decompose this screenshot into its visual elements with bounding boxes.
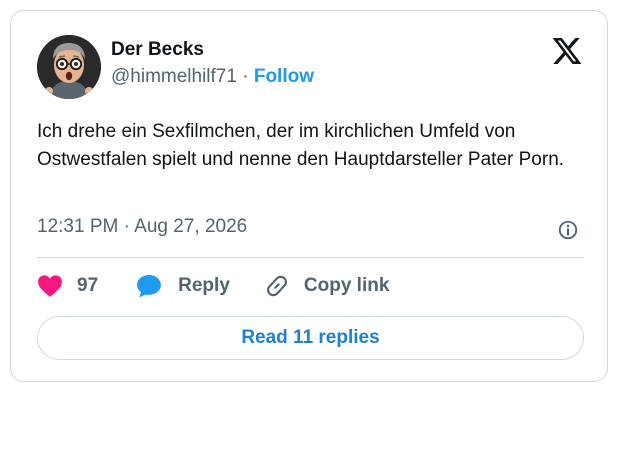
- author-handle[interactable]: @himmelhilf71: [111, 66, 237, 87]
- tweet-date: Aug 27, 2026: [134, 216, 248, 237]
- info-icon[interactable]: [557, 219, 579, 241]
- like-count: 97: [77, 275, 99, 296]
- timestamp-separator: ·: [118, 216, 135, 237]
- reply-label: Reply: [178, 275, 230, 296]
- reply-button[interactable]: Reply: [136, 273, 230, 299]
- speech-bubble-icon: [137, 274, 162, 298]
- divider: [37, 257, 584, 258]
- tweet-card: Der Becks @himmelhilf71 · Follow Ich dre…: [10, 10, 608, 382]
- tweet-text: Ich drehe ein Sexfilmchen, der im kirchl…: [37, 121, 565, 170]
- author-name[interactable]: Der Becks: [111, 39, 204, 61]
- x-logo-icon[interactable]: [551, 35, 583, 67]
- read-replies-button[interactable]: Read 11 replies: [37, 316, 584, 360]
- memoji-avatar-icon: [37, 35, 101, 99]
- author-handle-row: @himmelhilf71 · Follow: [111, 66, 314, 88]
- copy-link-button[interactable]: Copy link: [264, 273, 390, 299]
- link-icon: [266, 275, 287, 297]
- timestamp[interactable]: 12:31 PM · Aug 27, 2026: [37, 216, 247, 238]
- avatar[interactable]: [37, 35, 101, 99]
- follow-button[interactable]: Follow: [254, 66, 314, 87]
- heart-icon: [38, 275, 62, 297]
- copy-link-label: Copy link: [303, 275, 390, 296]
- handle-separator: ·: [236, 66, 254, 87]
- tweet-time: 12:31 PM: [37, 216, 119, 237]
- like-button[interactable]: 97: [37, 274, 98, 298]
- action-bar: 97 Reply Copy link: [37, 273, 389, 299]
